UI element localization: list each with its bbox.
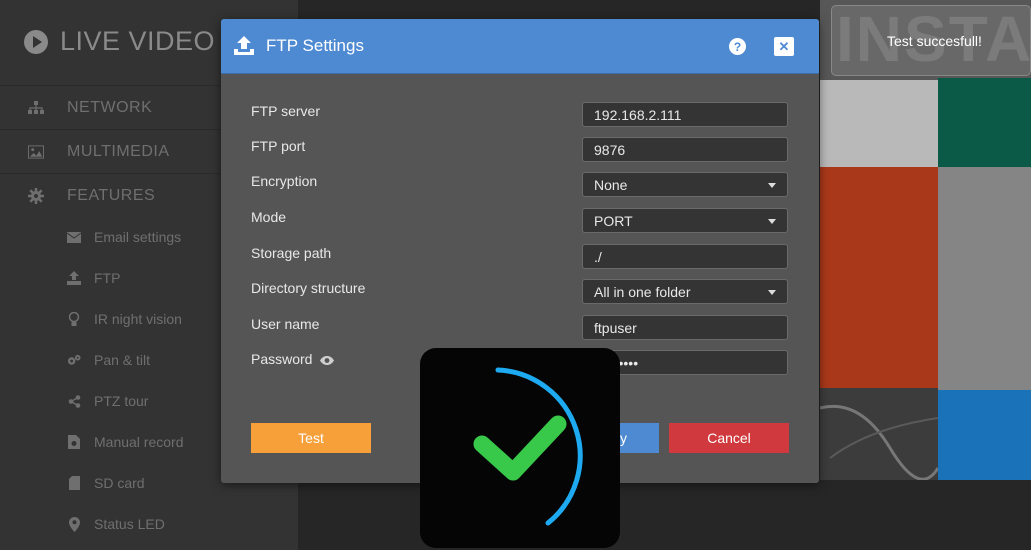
notification-toast: INSTAR Test succesfull!: [831, 3, 1031, 76]
caret-down-icon: [768, 290, 776, 295]
ftp-server-input[interactable]: 192.168.2.111: [582, 102, 788, 127]
form-row-mode: Mode PORT: [221, 207, 819, 237]
sidebar-item-label: Pan & tilt: [94, 352, 151, 368]
field-label: Encryption: [251, 173, 318, 189]
ftp-port-input[interactable]: 9876: [582, 137, 788, 162]
share-icon: [67, 394, 81, 408]
field-label-wrap: Password: [251, 351, 335, 368]
field-label: Mode: [251, 209, 287, 225]
video-tile: [820, 167, 938, 388]
sidebar-item-label: Email settings: [94, 229, 182, 245]
sidebar-item-label: MULTIMEDIA: [67, 142, 170, 160]
select-value: PORT: [594, 212, 633, 229]
user-name-input[interactable]: ftpuser: [582, 315, 788, 340]
success-overlay: [420, 348, 620, 548]
dialog-header: FTP Settings ? ✕: [221, 19, 819, 74]
sidebar-item-label: SD card: [94, 475, 145, 491]
storage-path-input[interactable]: ./: [582, 244, 788, 269]
caret-down-icon: [768, 183, 776, 188]
encryption-select[interactable]: None: [582, 172, 788, 197]
field-label: Storage path: [251, 245, 332, 261]
dialog-title: FTP Settings: [266, 36, 364, 55]
caret-down-icon: [768, 219, 776, 224]
sidebar-item-label: IR night vision: [94, 311, 182, 327]
field-label: Password: [251, 351, 313, 367]
upload-icon: [234, 36, 254, 60]
form-row-user-name: User name ftpuser: [221, 314, 819, 344]
form-row-ftp-port: FTP port 9876: [221, 136, 819, 166]
video-tile: [938, 167, 1031, 390]
lightbulb-icon: [67, 311, 81, 326]
app-logo[interactable]: LIVE VIDEO: [24, 26, 215, 57]
form-row-encryption: Encryption None: [221, 171, 819, 201]
field-label: Directory structure: [251, 280, 366, 296]
sidebar-item-label: PTZ tour: [94, 393, 149, 409]
gear-icon: [28, 187, 44, 204]
video-cable-detail: [820, 404, 938, 480]
map-marker-icon: [67, 516, 81, 532]
select-value: All in one folder: [594, 283, 691, 300]
select-value: None: [594, 176, 628, 193]
sidebar-item-label: Manual record: [94, 434, 184, 450]
gears-icon: [67, 353, 81, 367]
close-button[interactable]: ✕: [774, 37, 794, 56]
toast-message: Test succesfull!: [887, 33, 982, 49]
form-row-ftp-server: FTP server 192.168.2.111: [221, 101, 819, 131]
sd-card-icon: [67, 476, 81, 490]
help-button[interactable]: ?: [729, 38, 746, 55]
field-label: FTP port: [251, 138, 306, 154]
play-icon: [24, 29, 48, 54]
field-label: User name: [251, 316, 320, 332]
record-file-icon: [67, 435, 81, 449]
image-icon: [28, 144, 44, 160]
app-title: LIVE VIDEO: [60, 26, 216, 56]
envelope-icon: [67, 230, 81, 244]
form-row-directory-structure: Directory structure All in one folder: [221, 278, 819, 308]
directory-structure-select[interactable]: All in one folder: [582, 279, 788, 304]
network-icon: [28, 100, 44, 116]
upload-icon: [67, 271, 81, 285]
eye-icon[interactable]: [320, 352, 335, 368]
test-button[interactable]: Test: [251, 423, 371, 453]
sidebar-item-status-led[interactable]: Status LED: [0, 509, 298, 539]
video-tile: [938, 78, 1031, 168]
field-label: FTP server: [251, 103, 320, 119]
video-tile: [820, 80, 938, 167]
form-row-storage-path: Storage path ./: [221, 243, 819, 273]
sidebar-item-label: Status LED: [94, 516, 165, 532]
check-icon: [473, 415, 567, 481]
sidebar-item-label: FEATURES: [67, 186, 156, 204]
sidebar-item-label: NETWORK: [67, 98, 153, 116]
video-tile: [938, 390, 1031, 480]
sidebar-item-label: FTP: [94, 270, 121, 286]
mode-select[interactable]: PORT: [582, 208, 788, 233]
cancel-button[interactable]: Cancel: [669, 423, 789, 453]
